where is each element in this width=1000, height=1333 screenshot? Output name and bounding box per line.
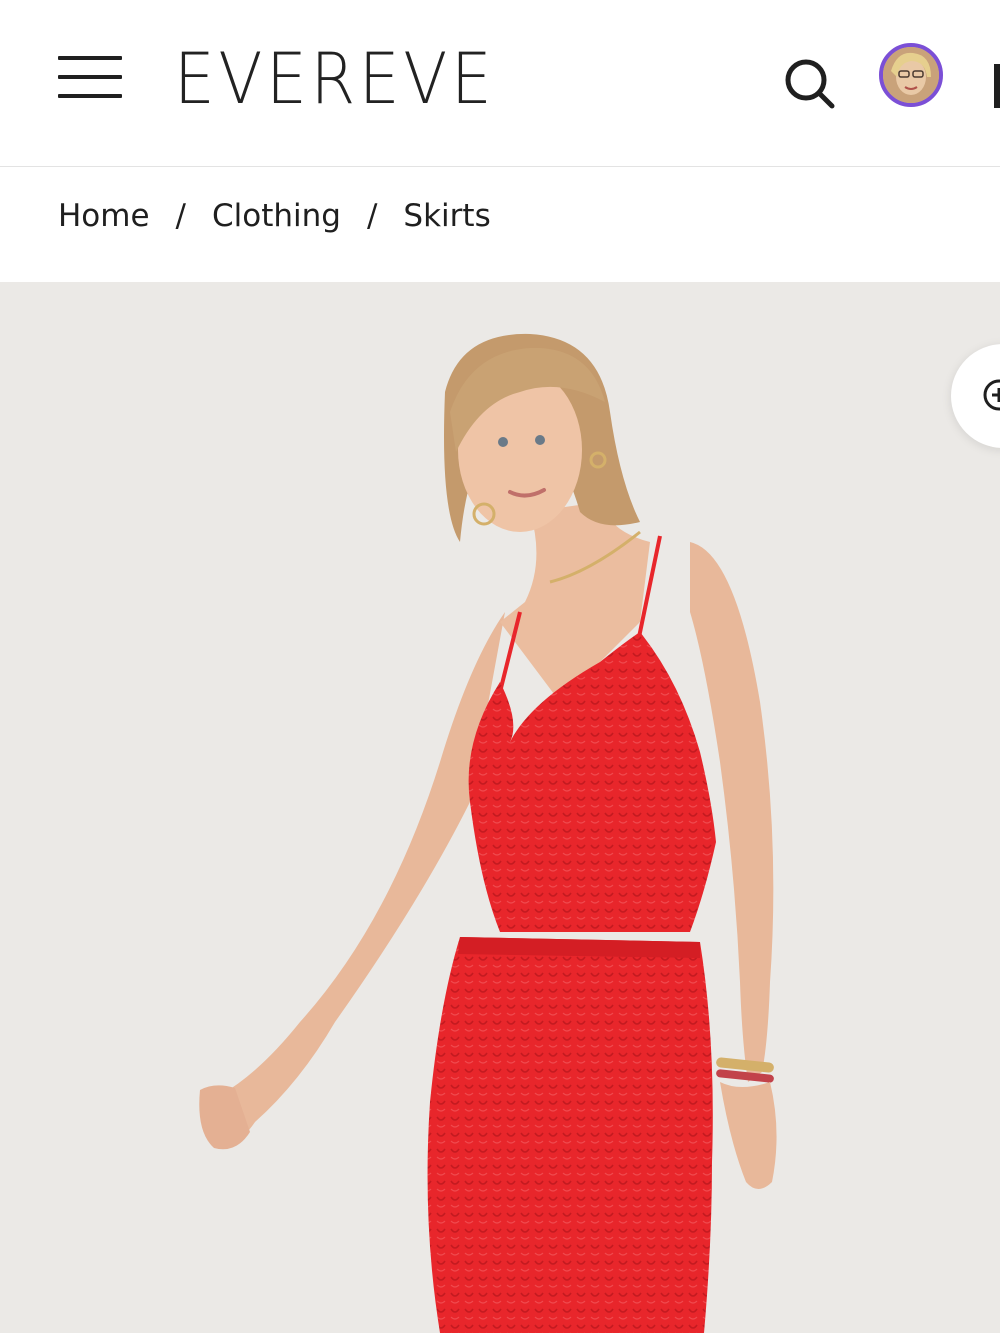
site-header: EVEREVE (0, 0, 1000, 167)
zoom-in-icon (983, 379, 1000, 411)
hamburger-menu-icon[interactable] (58, 56, 122, 100)
breadcrumb-home[interactable]: Home (58, 198, 150, 234)
search-icon[interactable] (782, 56, 836, 110)
breadcrumb-skirts[interactable]: Skirts (403, 198, 490, 234)
breadcrumb-separator: / (366, 198, 378, 234)
breadcrumb-clothing[interactable]: Clothing (212, 198, 341, 234)
user-avatar[interactable] (879, 43, 943, 107)
brand-logo[interactable]: EVEREVE (174, 36, 495, 122)
breadcrumb-separator: / (175, 198, 186, 234)
product-image-gallery[interactable] (0, 282, 1000, 1333)
product-photo (199, 333, 777, 1333)
breadcrumb: Home / Clothing / Skirts (58, 198, 491, 234)
shopping-bag-icon[interactable] (994, 64, 1000, 108)
